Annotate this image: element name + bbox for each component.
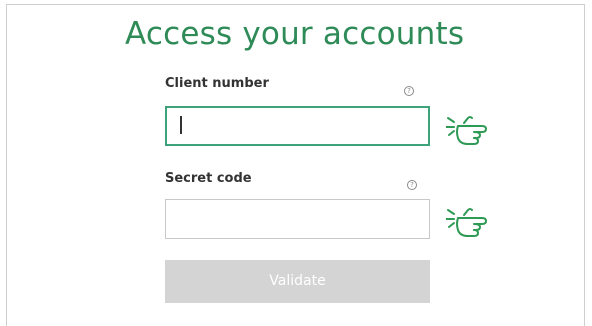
client-number-help-icon[interactable]: ?	[404, 86, 414, 96]
pointing-hand-icon	[446, 116, 487, 145]
secret-code-label: Secret code	[165, 171, 252, 186]
secret-code-input[interactable]	[165, 199, 430, 239]
client-number-input[interactable]	[165, 106, 430, 146]
pointing-hand-icon	[446, 208, 487, 237]
text-cursor	[180, 116, 182, 134]
validate-button[interactable]: Validate	[165, 260, 430, 303]
client-number-label: Client number	[165, 76, 269, 91]
secret-code-help-icon[interactable]: ?	[407, 180, 417, 190]
page-title: Access your accounts	[125, 16, 465, 52]
